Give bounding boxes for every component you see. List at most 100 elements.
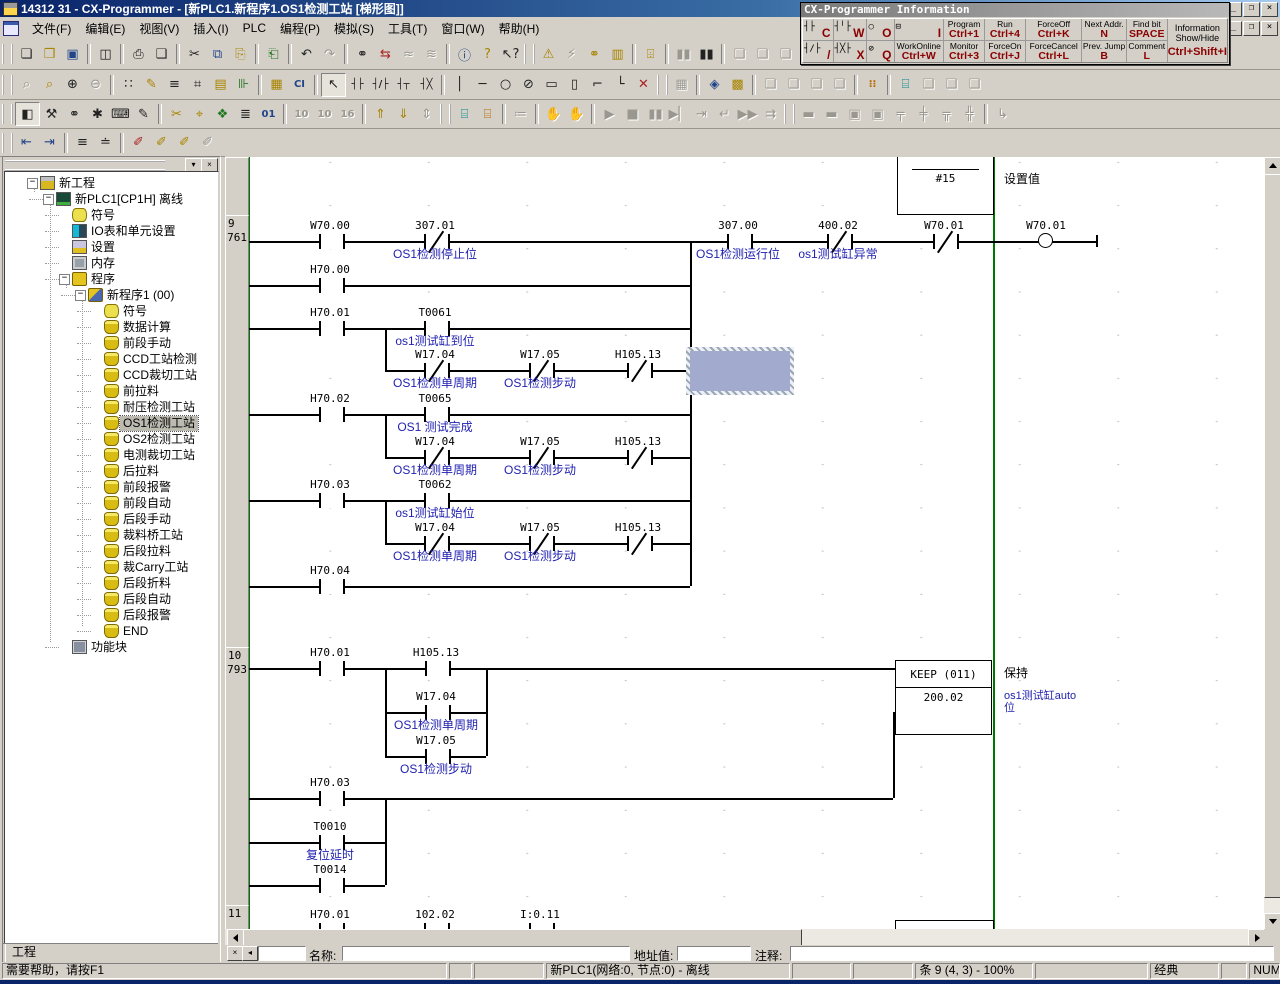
tree-expand-box[interactable]: − (59, 274, 70, 285)
menu-item-4[interactable]: 插入(I) (186, 18, 235, 39)
restore-button[interactable]: ❐ (1243, 2, 1260, 17)
instruction-box-button[interactable]: ▭ (540, 74, 563, 96)
rung-comment-button[interactable]: ✎ (140, 74, 163, 96)
fb-invoke-button[interactable]: ⌐ (586, 74, 609, 96)
name-field[interactable] (342, 946, 630, 961)
menu-item-8[interactable]: 工具(T) (381, 18, 434, 39)
transfer-from-plc-button[interactable]: ⇓ (392, 103, 415, 125)
menu-item-7[interactable]: 模拟(S) (327, 18, 381, 39)
cross-reference-button[interactable]: ✂ (165, 103, 188, 125)
tree-item-CCD工站检测[interactable]: CCD工站检测 (5, 351, 215, 367)
tree-item-后段折料[interactable]: 后段折料 (5, 575, 215, 591)
io-comment-button[interactable]: ⌗ (186, 74, 209, 96)
instruction-box[interactable]: #15 (897, 157, 994, 215)
tree-item-设置[interactable]: 设置 (5, 239, 215, 255)
work-online-sim-button[interactable]: ⌸ (476, 103, 499, 125)
work-online-button[interactable]: ⌸ (453, 103, 476, 125)
tree-item-后段拉料[interactable]: 后段拉料 (5, 543, 215, 559)
indent-left-button[interactable]: ⇤ (15, 132, 38, 154)
contact-no[interactable] (319, 493, 345, 508)
tree-expand-box[interactable]: − (43, 194, 54, 205)
tree-item-耐压检测工站[interactable]: 耐压检测工站 (5, 399, 215, 415)
menu-item-1[interactable]: 文件(F) (25, 18, 78, 39)
tree-expand-box[interactable]: − (27, 178, 38, 189)
toolbar-gripper[interactable] (524, 44, 535, 64)
paste-button[interactable]: ⎘ (229, 43, 252, 65)
contact-no[interactable] (425, 661, 451, 676)
find-window-button[interactable]: ⚭ (63, 103, 86, 125)
tree-item-前拉料[interactable]: 前拉料 (5, 383, 215, 399)
tree-item-裁Carry工站[interactable]: 裁Carry工站 (5, 559, 215, 575)
horizontal-line-button[interactable]: ─ (471, 74, 494, 96)
data-type-button[interactable]: CI (288, 74, 311, 96)
tree-item-后拉料[interactable]: 后拉料 (5, 463, 215, 479)
ladder-view-button[interactable]: ▤ (209, 74, 232, 96)
print-preview-button[interactable]: ❑ (150, 43, 173, 65)
memory-grid-button[interactable]: ▩ (726, 74, 749, 96)
menu-item-2[interactable]: 编辑(E) (78, 18, 132, 39)
edit-tool-2-button[interactable]: ✐ (150, 132, 173, 154)
watch-window-button[interactable]: ⌸ (894, 74, 917, 96)
program-check-button[interactable]: ◈ (703, 74, 726, 96)
tree-pane-menu-button[interactable]: ▾ (185, 158, 202, 172)
symbol-table-button[interactable]: ▦ (265, 74, 288, 96)
palette-window-button[interactable]: ✱ (86, 103, 109, 125)
edit-tool-3-button[interactable]: ✐ (173, 132, 196, 154)
find-report-button[interactable]: ⚭ (583, 43, 606, 65)
contact-no[interactable] (319, 661, 345, 676)
paste-rung-button[interactable]: ⎗ (262, 43, 285, 65)
tab-project[interactable]: 工程 (5, 944, 68, 963)
mnemonic-button[interactable]: ⊪ (232, 74, 255, 96)
tree-item-数据计算[interactable]: 数据计算 (5, 319, 215, 335)
comment-field[interactable] (790, 946, 1274, 961)
toolbar-gripper[interactable] (784, 104, 795, 124)
contact-no[interactable] (319, 791, 345, 806)
contact-no[interactable] (319, 407, 345, 422)
menu-item-3[interactable]: 视图(V) (132, 18, 186, 39)
ladder-diagram[interactable]: #15KEEP (011)200.02W70.00307.01OS1检测停止位3… (248, 157, 1264, 929)
vertical-scroll-thumb[interactable] (1264, 174, 1280, 898)
rung-margin[interactable] (225, 157, 249, 217)
keyboard-map-button[interactable]: ⌨ (109, 103, 132, 125)
tree-item-新PLC1[CP1H] 离线[interactable]: −新PLC1[CP1H] 离线 (5, 191, 215, 207)
address-tag-button[interactable]: ⌖ (188, 103, 211, 125)
tree-pane-close-button[interactable]: × (201, 158, 218, 172)
compile-button[interactable]: ⚠ (537, 43, 560, 65)
line-delete-button[interactable]: ✕ (632, 74, 655, 96)
ladder-selection-cursor[interactable] (686, 347, 794, 395)
tree-item-符号[interactable]: 符号 (5, 207, 215, 223)
tree-item-OS2检测工站[interactable]: OS2检测工站 (5, 431, 215, 447)
tree-item-程序[interactable]: −程序 (5, 271, 215, 287)
vertical-scrollbar-track[interactable] (1264, 157, 1280, 929)
tree-item-电测裁切工站[interactable]: 电测裁切工站 (5, 447, 215, 463)
coil-button[interactable]: ○ (494, 74, 517, 96)
pause-button[interactable]: ▮▮ (695, 43, 718, 65)
build-window-button[interactable]: ⚒ (40, 103, 63, 125)
undo-button[interactable]: ↶ (295, 43, 318, 65)
device-check-button[interactable]: ⌹ (639, 43, 662, 65)
tree-item-后段手动[interactable]: 后段手动 (5, 511, 215, 527)
tree-item-后段报警[interactable]: 后段报警 (5, 607, 215, 623)
overview-button[interactable]: ≣ (234, 103, 257, 125)
print-button[interactable]: ⎙ (127, 43, 150, 65)
instruction-box[interactable]: KEEP (011)200.02 (895, 660, 992, 735)
or-contact-button[interactable]: ┤┬ (392, 74, 415, 96)
menu-item-10[interactable]: 帮助(H) (492, 18, 547, 39)
workspace-button[interactable]: ◧ (15, 102, 40, 126)
binary-view-button[interactable]: 01 (257, 103, 280, 125)
menu-item-5[interactable]: PLC (236, 19, 273, 37)
grid-button[interactable]: ∷ (117, 74, 140, 96)
tree-item-内存[interactable]: 内存 (5, 255, 215, 271)
tree-pane-gripper[interactable] (5, 160, 165, 171)
toolbar-gripper[interactable] (2, 104, 13, 124)
close-button[interactable]: × (1261, 2, 1278, 17)
tree-item-新工程[interactable]: −新工程 (5, 175, 215, 191)
info-window-title[interactable]: CX-Programmer Information (801, 3, 1229, 17)
cut-button[interactable]: ✂ (183, 43, 206, 65)
menu-item-6[interactable]: 编程(P) (273, 18, 327, 39)
open-button[interactable]: ❒ (38, 43, 61, 65)
instruction-box[interactable] (895, 920, 994, 929)
coil-nc-button[interactable]: ⊘ (517, 74, 540, 96)
tree-item-前段手动[interactable]: 前段手动 (5, 335, 215, 351)
align-bottom-button[interactable]: ≐ (94, 132, 117, 154)
